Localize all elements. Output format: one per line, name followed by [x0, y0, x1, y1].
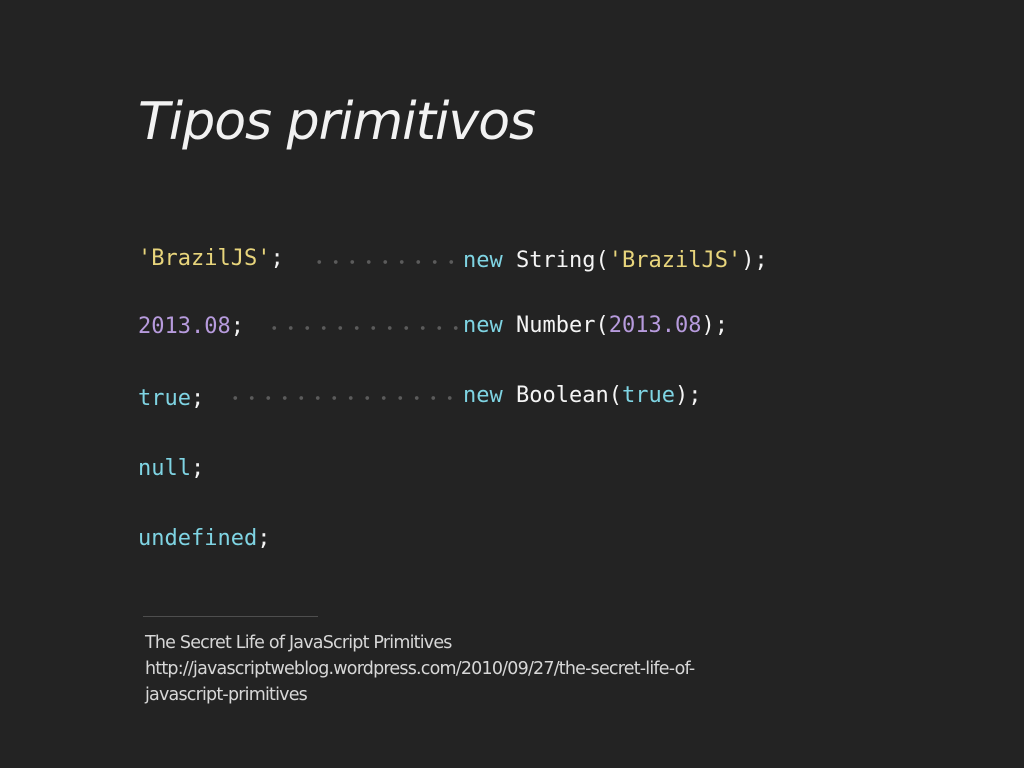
semicolon: ;	[230, 314, 244, 339]
constructor-argument: 'BrazilJS'	[608, 248, 742, 273]
literal-undefined-value: undefined	[138, 526, 258, 551]
reference-divider	[143, 616, 318, 617]
slide-title: Tipos primitivos	[138, 92, 536, 152]
literal-number-line: 2013.08;	[138, 314, 244, 340]
wrapper-string-line: new String('BrazilJS');	[463, 248, 768, 274]
literal-string-line: 'BrazilJS';	[138, 246, 284, 272]
literal-number-value: 2013.08	[138, 314, 231, 339]
semicolon: ;	[190, 386, 205, 411]
new-keyword: new	[463, 383, 503, 408]
new-keyword: new	[463, 248, 503, 273]
wrapper-boolean-line: new Boolean(true);	[463, 383, 701, 409]
constructor-argument: true	[621, 383, 675, 408]
dotted-connector-string	[311, 260, 459, 264]
constructor-argument: 2013.08	[608, 313, 702, 338]
open-paren: (	[595, 313, 609, 338]
reference-url-line-1[interactable]: http://javascriptweblog.wordpress.com/20…	[145, 656, 885, 682]
open-paren: (	[608, 383, 622, 408]
literal-boolean-value: true	[138, 386, 191, 411]
reference-block: The Secret Life of JavaScript Primitives…	[145, 630, 885, 708]
reference-url-line-2[interactable]: javascript-primitives	[145, 682, 885, 708]
dotted-connector-boolean	[227, 396, 459, 400]
constructor-name: Number	[516, 313, 596, 338]
literal-null-value: null	[138, 456, 191, 481]
constructor-name: Boolean	[516, 383, 609, 408]
new-keyword: new	[463, 313, 503, 338]
literal-undefined-line: undefined;	[138, 526, 270, 552]
close-paren: );	[741, 248, 768, 273]
wrapper-number-line: new Number(2013.08);	[463, 313, 728, 339]
literal-null-line: null;	[138, 456, 204, 482]
literal-boolean-line: true;	[138, 386, 204, 412]
literal-string-value: 'BrazilJS'	[138, 246, 271, 271]
close-paren: );	[701, 313, 728, 338]
slide: Tipos primitivos 'BrazilJS'; 2013.08; tr…	[0, 0, 1024, 768]
constructor-name: String	[516, 248, 596, 273]
close-paren: );	[674, 383, 702, 408]
dotted-connector-number	[266, 326, 458, 330]
reference-title: The Secret Life of JavaScript Primitives	[145, 633, 452, 653]
open-paren: (	[595, 248, 609, 273]
semicolon: ;	[270, 246, 284, 271]
semicolon: ;	[257, 526, 271, 551]
semicolon: ;	[190, 456, 205, 481]
